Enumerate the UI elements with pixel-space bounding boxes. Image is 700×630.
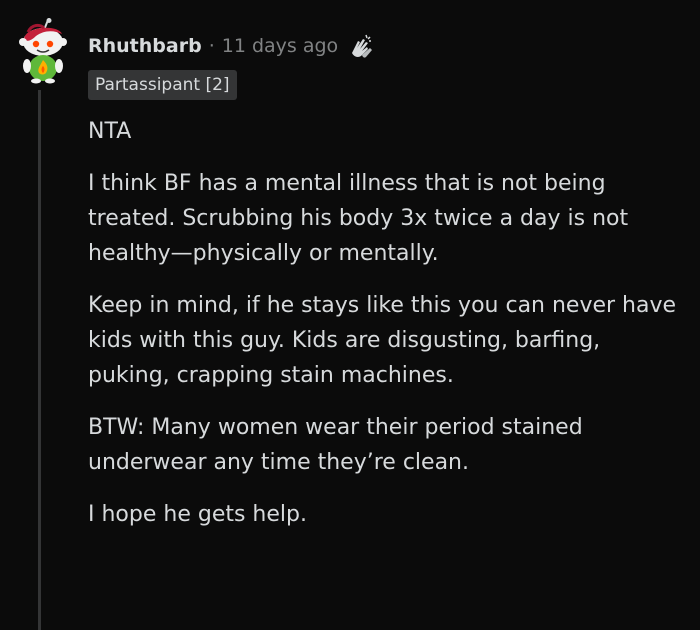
- meta-separator: ·: [208, 35, 215, 57]
- comment-header: Rhuthbarb · 11 days ago: [88, 31, 376, 61]
- hands-award-icon[interactable]: [346, 31, 376, 61]
- comment-paragraph: NTA: [88, 119, 132, 144]
- comment-paragraph: BTW: Many women wear their period staine…: [88, 415, 583, 475]
- thread-line[interactable]: [38, 90, 41, 630]
- username-link[interactable]: Rhuthbarb: [88, 35, 202, 57]
- comment: Rhuthbarb · 11 days ago Partassipant [2]…: [0, 0, 700, 630]
- comment-paragraph: I hope he gets help.: [88, 502, 307, 527]
- comment-paragraph: I think BF has a mental illness that is …: [88, 171, 629, 266]
- snoo-avatar-icon[interactable]: [14, 18, 72, 84]
- timestamp-link[interactable]: 11 days ago: [222, 35, 338, 57]
- user-flair: Partassipant [2]: [88, 70, 237, 100]
- comment-paragraph: Keep in mind, if he stays like this you …: [88, 293, 677, 388]
- comment-body: NTA I think BF has a mental illness that…: [88, 114, 688, 549]
